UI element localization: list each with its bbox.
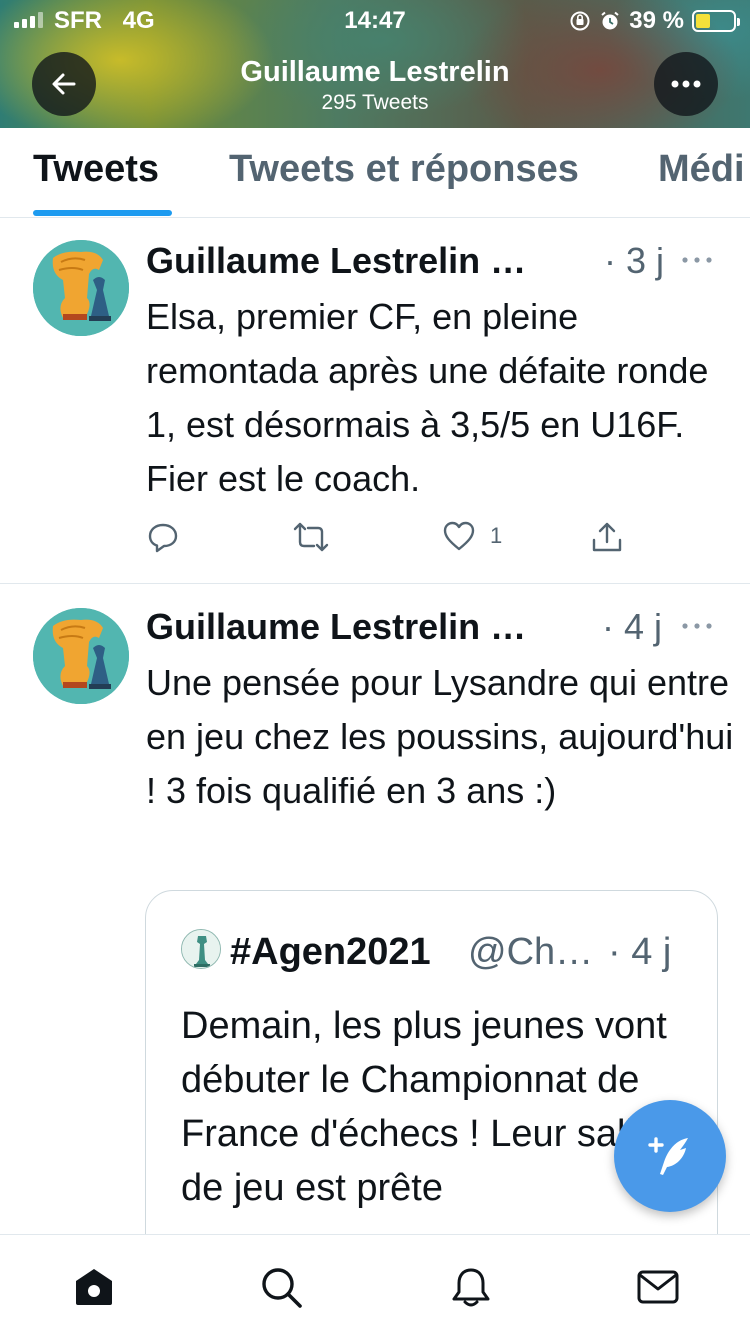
like-count: 1 xyxy=(490,523,503,548)
heart-icon xyxy=(443,521,475,551)
tweet-time[interactable]: · 4 j xyxy=(602,606,662,648)
like-button[interactable]: 1 xyxy=(442,520,502,552)
compose-feather-icon xyxy=(648,1137,688,1175)
quoted-avatar-image xyxy=(182,930,220,968)
quoted-avatar xyxy=(181,929,221,969)
battery-percent: 39 % xyxy=(629,7,684,34)
tweet-count: 295 Tweets xyxy=(321,91,429,114)
avatar-image xyxy=(33,240,129,336)
page-title: Guillaume Lestrelin xyxy=(240,56,510,88)
avatar[interactable] xyxy=(33,240,129,336)
battery-level-fill xyxy=(696,14,711,28)
tab-tweets-and-replies[interactable]: Tweets et réponses xyxy=(229,148,579,191)
reply-icon xyxy=(148,523,178,553)
tab-tweets[interactable]: Tweets xyxy=(33,148,159,191)
avatar-image xyxy=(33,608,129,704)
quoted-handle: @Ch… xyxy=(468,931,594,973)
avatar[interactable] xyxy=(33,608,129,704)
more-icon xyxy=(682,623,712,629)
status-right-group: 39 % xyxy=(569,7,740,35)
profile-tabs: Tweets Tweets et réponses Médi xyxy=(0,128,750,218)
header-title-block: Guillaume Lestrelin 295 Tweets xyxy=(0,54,750,116)
tweet-more-button[interactable] xyxy=(680,618,720,638)
quoted-author: #Agen2021 xyxy=(230,931,431,973)
tweet[interactable]: Guillaume Lestrelin … · 3 j Elsa, premie… xyxy=(0,218,750,584)
home-icon xyxy=(76,1269,112,1305)
compose-tweet-button[interactable] xyxy=(614,1100,726,1212)
profile-header-banner: SFR 4G 14:47 39 % Guillaume Lestrelin 29… xyxy=(0,0,750,128)
reply-button[interactable] xyxy=(146,520,180,554)
battery-charging-icon xyxy=(692,10,740,32)
tab-media[interactable]: Médi xyxy=(658,148,745,191)
nav-messages[interactable] xyxy=(636,1265,680,1309)
quoted-time: · 4 j xyxy=(608,931,672,973)
tweet-text: Une pensée pour Lysandre qui entre en je… xyxy=(146,662,734,811)
nav-search[interactable] xyxy=(259,1265,303,1309)
share-button[interactable] xyxy=(590,520,624,554)
more-options-button[interactable] xyxy=(654,52,718,116)
nav-home[interactable] xyxy=(72,1265,116,1309)
nav-notifications[interactable] xyxy=(449,1265,493,1309)
more-icon xyxy=(682,257,712,263)
tweet-author[interactable]: Guillaume Lestrelin … xyxy=(146,240,526,282)
tweet-time[interactable]: · 3 j xyxy=(604,240,664,282)
tweet-actions: 1 xyxy=(146,520,646,560)
status-bar: SFR 4G 14:47 39 % xyxy=(0,0,750,40)
quoted-tweet[interactable]: #Agen2021 @Ch… · 4 j Demain, les plus je… xyxy=(145,890,718,1290)
bottom-navigation xyxy=(0,1234,750,1334)
search-icon xyxy=(262,1268,302,1308)
notifications-icon xyxy=(452,1268,490,1307)
tweet-text: Elsa, premier CF, en pleine remontada ap… xyxy=(146,296,709,499)
retweet-icon xyxy=(293,522,329,552)
more-icon xyxy=(671,80,701,88)
alarm-icon xyxy=(601,11,619,30)
messages-icon xyxy=(637,1270,679,1304)
retweet-button[interactable] xyxy=(292,520,330,554)
share-icon xyxy=(592,522,622,552)
tweet-author[interactable]: Guillaume Lestrelin … xyxy=(146,606,526,648)
tweet-more-button[interactable] xyxy=(680,252,720,272)
orientation-lock-icon xyxy=(570,11,590,31)
active-tab-indicator xyxy=(33,210,172,216)
